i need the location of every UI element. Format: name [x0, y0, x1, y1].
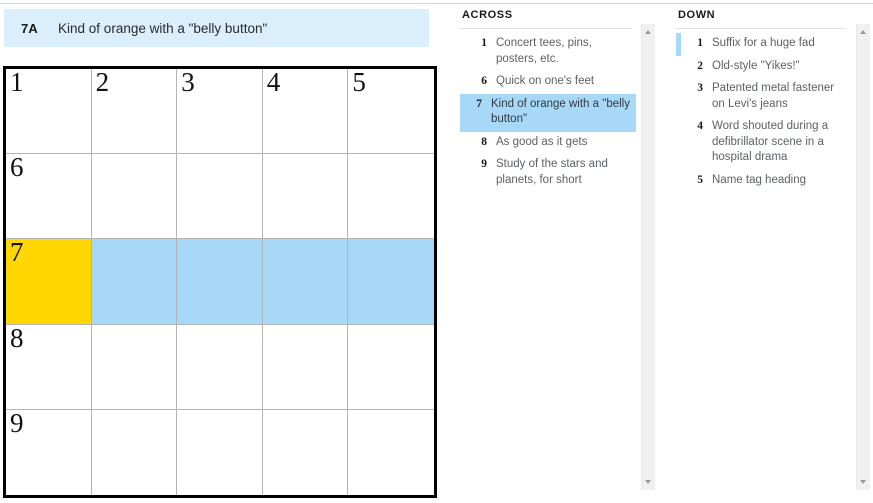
clue-text: As good as it gets: [496, 135, 588, 148]
down-clue-4[interactable]: 4 Word shouted during a defibrillator sce…: [676, 116, 852, 170]
grid-cell-r3c1[interactable]: 7: [6, 239, 92, 325]
clue-number: 3: [697, 82, 703, 94]
across-clue-list: 1 Concert tees, pins, posters, etc. 6 Quick…: [460, 33, 636, 192]
grid-cell-r2c1[interactable]: 6: [6, 154, 92, 240]
down-clue-1[interactable]: 1 Suffix for a huge fad: [676, 33, 852, 56]
across-clue-9[interactable]: 9 Study of the stars and planets, for sho…: [460, 154, 636, 192]
grid-cell-r4c5[interactable]: [348, 324, 434, 410]
grid-cell-r2c4[interactable]: [262, 154, 349, 240]
clue-text: Patented metal fastener on Levi's jeans: [712, 82, 835, 110]
across-clue-list-wrap: 1 Concert tees, pins, posters, etc. 6 Quick…: [460, 33, 660, 503]
clue-number: 7: [476, 97, 482, 110]
across-heading: ACROSS: [462, 9, 513, 21]
crossword-app: 7A Kind of orange with a "belly button" …: [0, 0, 873, 503]
clue-number: 8: [481, 135, 487, 148]
grid-cell-r2c5[interactable]: [348, 154, 434, 240]
triangle-down-icon: [860, 480, 866, 484]
down-clue-3[interactable]: 3 Patented metal fastener on Levi's jeans: [676, 78, 852, 116]
cell-number: 9: [10, 409, 24, 438]
grid-cell-r1c4[interactable]: 4: [262, 69, 349, 155]
cell-number: 3: [181, 69, 195, 97]
grid-cell-r1c3[interactable]: 3: [177, 69, 263, 155]
down-clue-list-wrap: 1 Suffix for a huge fad 2 Old-style "Yikes!…: [676, 33, 873, 503]
current-clue-text: Kind of orange with a "belly button": [58, 20, 268, 36]
grid-cell-r2c2[interactable]: [91, 154, 178, 240]
across-clue-8[interactable]: 8 As good as it gets: [460, 132, 636, 155]
grid-cell-r1c1[interactable]: 1: [6, 69, 92, 155]
clue-text: Kind of orange with a "belly button": [491, 97, 630, 126]
crossword-grid[interactable]: 1 2 3 4 5 6 7 8 9: [3, 66, 437, 498]
across-scrollbar[interactable]: [641, 24, 655, 490]
grid-cell-r3c5[interactable]: [348, 239, 434, 325]
down-scroll-down-button[interactable]: [857, 475, 870, 488]
across-scroll-down-button[interactable]: [642, 475, 655, 488]
across-clue-1[interactable]: 1 Concert tees, pins, posters, etc.: [460, 33, 636, 71]
cell-number: 5: [352, 69, 366, 97]
grid-cell-r5c3[interactable]: [177, 409, 263, 495]
grid-cell-r3c3[interactable]: [177, 239, 263, 325]
grid-cell-r2c3[interactable]: [177, 154, 263, 240]
clue-text: Concert tees, pins, posters, etc.: [496, 37, 592, 65]
grid-cell-r5c1[interactable]: 9: [6, 409, 92, 495]
grid-cell-r5c5[interactable]: [348, 409, 434, 495]
down-heading-divider: [676, 28, 846, 29]
clue-text: Word shouted during a defibrillator scen…: [712, 120, 829, 163]
triangle-up-icon: [860, 30, 866, 34]
cell-number: 2: [95, 69, 110, 97]
grid-cell-r3c4[interactable]: [262, 239, 349, 325]
clue-number: 9: [481, 158, 487, 170]
clue-number: 2: [697, 59, 703, 72]
across-clue-panel: ACROSS 1 Concert tees, pins, posters, etc…: [460, 9, 660, 503]
across-scroll-up-button[interactable]: [642, 26, 655, 39]
down-clue-2[interactable]: 2 Old-style "Yikes!": [676, 56, 852, 79]
grid-cell-r1c2[interactable]: 2: [91, 69, 178, 155]
grid-cell-r4c1[interactable]: 8: [6, 324, 92, 410]
down-heading: DOWN: [678, 9, 716, 21]
across-heading-divider: [460, 28, 632, 29]
current-clue-bar[interactable]: 7A Kind of orange with a "belly button": [4, 9, 429, 47]
clue-number: 1: [481, 37, 487, 49]
across-clue-6[interactable]: 6 Quick on one's feet: [460, 71, 636, 94]
grid-cell-r4c4[interactable]: [262, 324, 349, 410]
grid-cell-r5c2[interactable]: [91, 409, 178, 495]
clue-text: Old-style "Yikes!": [712, 59, 800, 72]
current-clue-number: 7A: [21, 20, 39, 36]
clue-text: Suffix for a huge fad: [712, 37, 815, 49]
grid-cell-r3c2[interactable]: [91, 239, 178, 325]
clue-number: 1: [697, 37, 703, 49]
clue-number: 4: [697, 120, 703, 132]
cell-number: 8: [10, 324, 24, 353]
top-divider: [0, 3, 873, 4]
clue-text: Name tag heading: [712, 173, 806, 186]
grid-cell-r4c3[interactable]: [177, 324, 263, 410]
triangle-down-icon: [645, 480, 651, 484]
clue-number: 6: [481, 75, 487, 87]
down-clue-panel: DOWN 1 Suffix for a huge fad 2 Old-style "Y…: [676, 9, 873, 503]
grid-cell-r1c5[interactable]: 5: [348, 69, 434, 155]
cell-number: 4: [266, 69, 281, 97]
grid-cell-r4c2[interactable]: [91, 324, 178, 410]
triangle-up-icon: [645, 30, 651, 34]
clue-text: Study of the stars and planets, for shor…: [496, 158, 608, 186]
down-scrollbar[interactable]: [856, 24, 870, 490]
down-scroll-up-button[interactable]: [857, 26, 870, 39]
across-clue-7[interactable]: 7 Kind of orange with a "belly button": [460, 93, 636, 132]
cell-number: 1: [10, 69, 24, 97]
grid-cell-r5c4[interactable]: [262, 409, 349, 495]
clue-number: 5: [697, 173, 703, 186]
cell-number: 6: [10, 154, 24, 183]
clue-text: Quick on one's feet: [496, 75, 595, 87]
cell-number: 7: [10, 239, 24, 268]
down-clue-list: 1 Suffix for a huge fad 2 Old-style "Yikes!…: [676, 33, 852, 192]
down-clue-5[interactable]: 5 Name tag heading: [676, 170, 852, 193]
